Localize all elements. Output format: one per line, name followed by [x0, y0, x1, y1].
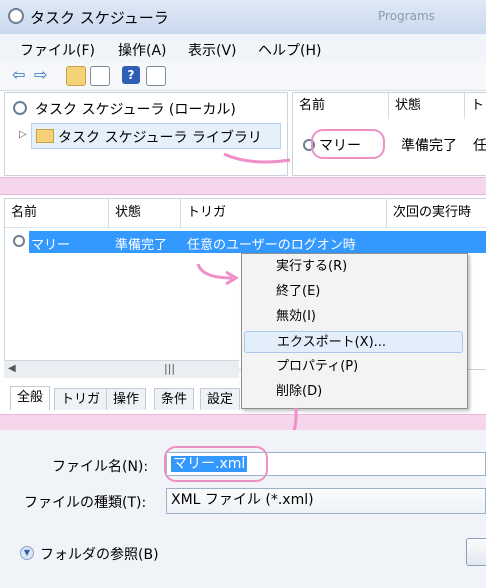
- separator-band: [0, 177, 486, 195]
- task-detail-tabs: 全般 トリガ 操作 条件 設定: [4, 386, 244, 410]
- column-header-name[interactable]: 名前: [293, 93, 389, 119]
- context-menu: 実行する(R) 終了(E) 無効(I) エクスポート(X)... プロパティ(P…: [241, 253, 468, 409]
- action-pane-icon[interactable]: [146, 66, 166, 86]
- scroll-thumb-grip-icon[interactable]: |||: [164, 362, 175, 375]
- menu-file[interactable]: ファイル(F): [20, 40, 95, 60]
- menu-action[interactable]: 操作(A): [118, 40, 167, 60]
- expand-arrow-icon[interactable]: ▷: [19, 129, 27, 140]
- tab-general[interactable]: 全般: [10, 386, 51, 410]
- task-status: 準備完了: [401, 138, 457, 154]
- column-header-status[interactable]: 状態: [109, 199, 181, 227]
- toolbar: ⇦ ⇨ ?: [0, 62, 486, 91]
- menu-item-disable[interactable]: 無効(I): [244, 306, 463, 328]
- menu-item-end[interactable]: 終了(E): [244, 281, 463, 303]
- forward-arrow-icon[interactable]: ⇨: [34, 66, 52, 84]
- menu-view[interactable]: 表示(V): [188, 40, 237, 60]
- window-title: タスク スケジューラ: [30, 9, 169, 27]
- task-clock-icon: [13, 235, 25, 247]
- menu-item-export[interactable]: エクスポート(X)...: [244, 331, 463, 353]
- column-header-trigger[interactable]: トリガ: [181, 199, 387, 227]
- folder-clock-icon: [36, 129, 54, 143]
- browse-folders-label: フォルダの参照(B): [40, 547, 159, 563]
- task-list-preview: 名前 状態 ト マリー 準備完了 任: [292, 92, 486, 176]
- annotation-arrow: [223, 152, 291, 164]
- scroll-left-icon[interactable]: ◀: [8, 363, 16, 374]
- tab-trigger[interactable]: トリガ: [54, 388, 108, 410]
- menu-item-properties[interactable]: プロパティ(P): [244, 356, 463, 378]
- help-icon[interactable]: ?: [122, 66, 140, 84]
- annotation-circle: [164, 446, 268, 482]
- task-scheduler-icon: [8, 8, 24, 24]
- tree-root-label[interactable]: タスク スケジューラ (ローカル): [35, 99, 236, 119]
- console-tree-icon[interactable]: [90, 66, 110, 86]
- title-bar: タスク スケジューラ Programs: [0, 0, 486, 35]
- tab-settings[interactable]: 設定: [200, 388, 241, 410]
- task-list-header: 名前 状態 トリガ 次回の実行時: [5, 199, 486, 228]
- menu-item-run[interactable]: 実行する(R): [244, 256, 463, 278]
- task-trigger-partial: 任: [473, 138, 486, 154]
- background-window-title: Programs: [378, 9, 435, 23]
- chevron-down-icon: ▼: [20, 546, 34, 560]
- filetype-label: ファイルの種類(T):: [24, 495, 147, 511]
- column-header-status[interactable]: 状態: [389, 93, 465, 119]
- filetype-value: XML ファイル (*.xml): [171, 492, 314, 508]
- filename-label: ファイル名(N):: [52, 459, 149, 475]
- column-header-name[interactable]: 名前: [5, 199, 109, 227]
- save-dialog: ファイル名(N): マリー.xml ファイルの種類(T): XML ファイル (…: [0, 430, 486, 588]
- column-header-next-run[interactable]: 次回の実行時: [387, 199, 486, 227]
- tab-action[interactable]: 操作: [106, 388, 147, 410]
- task-name: マリー: [31, 238, 71, 253]
- back-arrow-icon[interactable]: ⇦: [12, 66, 30, 84]
- menu-help[interactable]: ヘルプ(H): [258, 40, 321, 60]
- up-folder-icon[interactable]: [66, 66, 86, 86]
- table-row[interactable]: マリー 準備完了 任意のユーザーのログオン時: [29, 231, 486, 253]
- column-header-trigger[interactable]: ト: [465, 93, 486, 119]
- clock-icon: [13, 101, 27, 115]
- tab-conditions[interactable]: 条件: [154, 388, 195, 410]
- save-button[interactable]: [466, 538, 486, 566]
- annotation-circle: [311, 129, 385, 159]
- menu-item-delete[interactable]: 削除(D): [244, 381, 463, 403]
- filetype-select[interactable]: XML ファイル (*.xml): [166, 488, 486, 514]
- task-trigger: 任意のユーザーのログオン時: [187, 238, 356, 253]
- horizontal-scrollbar[interactable]: ◀ |||: [4, 360, 239, 378]
- task-status: 準備完了: [115, 238, 168, 253]
- menu-bar: ファイル(F) 操作(A) 表示(V) ヘルプ(H): [0, 34, 486, 63]
